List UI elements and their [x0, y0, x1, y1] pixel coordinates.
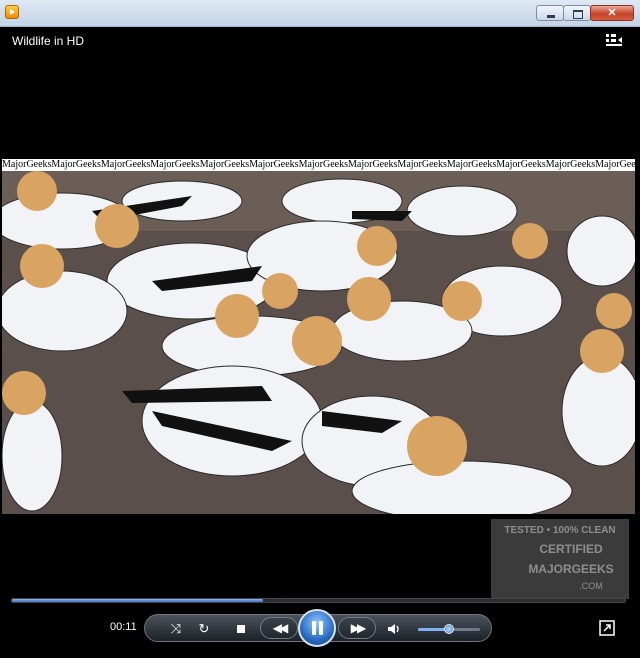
shuffle-icon[interactable]: ⤨	[167, 620, 185, 638]
volume-knob[interactable]	[444, 624, 454, 634]
elapsed-time: 00:11	[110, 621, 137, 633]
speaker-icon[interactable]	[385, 620, 403, 638]
close-button[interactable]	[590, 5, 634, 21]
seek-progress	[12, 599, 264, 602]
repeat-icon[interactable]: ↻	[195, 620, 213, 638]
video-frame[interactable]: MajorGeeksMajorGeeksMajorGeeksMajorGeeks…	[2, 159, 635, 514]
volume-slider[interactable]	[418, 624, 480, 634]
player-area: Wildlife in HD MajorGeeksMajorGeeksMajor…	[2, 27, 635, 658]
gannet-colony-scene	[2, 171, 635, 514]
fullscreen-icon[interactable]	[599, 620, 615, 636]
playback-controls: ⤨ ↻ ◀◀ ▶▶	[144, 609, 492, 647]
watermark-band: MajorGeeksMajorGeeksMajorGeeksMajorGeeks…	[2, 159, 635, 171]
media-title: Wildlife in HD	[12, 34, 85, 48]
stop-icon[interactable]	[232, 620, 250, 638]
minimize-button[interactable]	[536, 5, 564, 21]
media-player-app-icon[interactable]	[5, 5, 19, 19]
previous-icon[interactable]: ◀◀	[260, 617, 298, 639]
next-icon[interactable]: ▶▶	[338, 617, 376, 639]
svg-text:.COM: .COM	[579, 581, 603, 591]
maximize-button[interactable]	[563, 5, 591, 21]
seek-bar[interactable]	[11, 598, 626, 603]
svg-text:CERTIFIED: CERTIFIED	[539, 542, 603, 556]
pause-icon[interactable]	[298, 609, 336, 647]
switch-to-library-icon[interactable]	[605, 33, 623, 47]
window-controls	[536, 5, 634, 21]
svg-text:TESTED • 100% CLEAN: TESTED • 100% CLEAN	[504, 525, 615, 536]
title-bar	[0, 0, 640, 27]
majorgeeks-certified-stamp: TESTED • 100% CLEAN CERTIFIED MAJORGEEKS…	[491, 519, 629, 599]
svg-text:MAJORGEEKS: MAJORGEEKS	[528, 562, 613, 576]
